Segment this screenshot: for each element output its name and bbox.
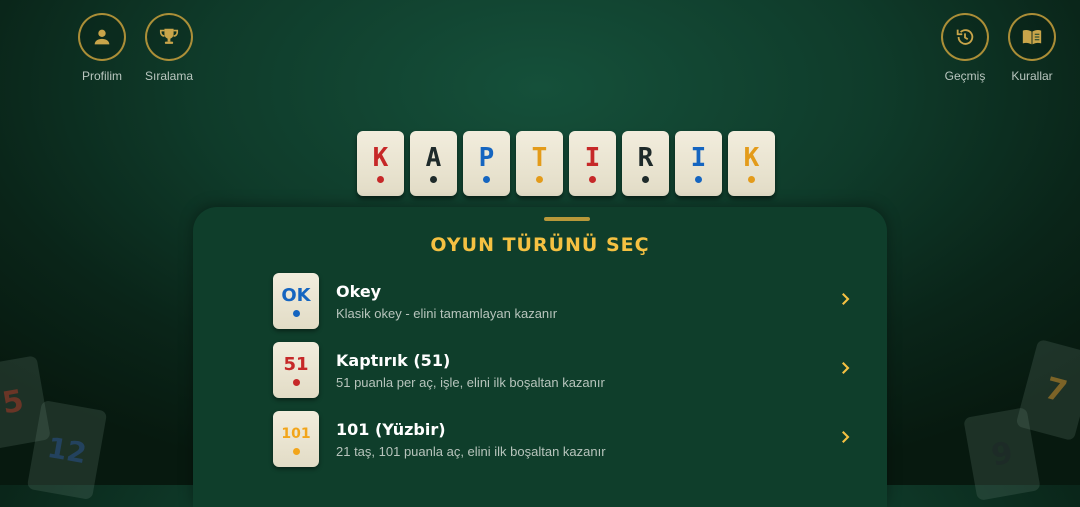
logo-dot xyxy=(589,176,596,183)
logo-tile: T xyxy=(516,131,563,196)
logo-tile: P xyxy=(463,131,510,196)
logo-letter: R xyxy=(637,143,654,173)
game-logo: KAPTIRIK xyxy=(357,131,775,196)
trophy-icon xyxy=(145,13,193,61)
history-button[interactable]: Geçmiş xyxy=(930,13,1000,83)
game-mode-panel: OYUN TÜRÜNÜ SEÇ OK Okey Klasik okey - el… xyxy=(193,207,887,507)
profile-button[interactable]: Profilim xyxy=(67,13,137,83)
logo-letter: A xyxy=(425,143,442,173)
mode-item-yuzbir[interactable]: 101 101 (Yüzbir) 21 taş, 101 puanla aç, … xyxy=(273,411,863,471)
panel-title: OYUN TÜRÜNÜ SEÇ xyxy=(430,234,650,256)
mode-subtitle: 51 puanla per aç, işle, elini ilk boşalt… xyxy=(336,375,605,390)
okey-tile-icon: OK xyxy=(273,273,319,329)
rules-label: Kurallar xyxy=(1011,69,1053,83)
leaderboard-label: Sıralama xyxy=(144,69,194,83)
logo-letter: T xyxy=(531,143,548,173)
logo-letter: P xyxy=(478,143,495,173)
chevron-right-icon xyxy=(842,431,850,443)
mode-subtitle: Klasik okey - elini tamamlayan kazanır xyxy=(336,306,558,321)
logo-dot xyxy=(748,176,755,183)
profile-label: Profilim xyxy=(81,69,122,83)
logo-dot xyxy=(430,176,437,183)
rules-button[interactable]: Kurallar xyxy=(997,13,1067,83)
mode-title: Kaptırık (51) xyxy=(336,351,451,370)
mode-item-kaptirik[interactable]: 51 Kaptırık (51) 51 puanla per aç, işle,… xyxy=(273,342,863,402)
logo-tile: K xyxy=(357,131,404,196)
leaderboard-button[interactable]: Sıralama xyxy=(134,13,204,83)
mode-item-okey[interactable]: OK Okey Klasik okey - elini tamamlayan k… xyxy=(273,273,863,333)
history-label: Geçmiş xyxy=(944,69,986,83)
history-icon xyxy=(941,13,989,61)
logo-letter: I xyxy=(690,143,707,173)
mode-title: Okey xyxy=(336,282,382,301)
logo-dot xyxy=(377,176,384,183)
chevron-right-icon xyxy=(842,293,850,305)
mode-subtitle: 21 taş, 101 puanla aç, elini ilk boşalta… xyxy=(336,444,606,459)
logo-tile: A xyxy=(410,131,457,196)
logo-dot xyxy=(695,176,702,183)
logo-dot xyxy=(642,176,649,183)
logo-tile: K xyxy=(728,131,775,196)
logo-tile: R xyxy=(622,131,669,196)
person-icon xyxy=(78,13,126,61)
logo-tile: I xyxy=(569,131,616,196)
logo-tile: I xyxy=(675,131,722,196)
kaptirik-tile-icon: 51 xyxy=(273,342,319,398)
decor-tile: 12 xyxy=(26,399,108,501)
logo-letter: I xyxy=(584,143,601,173)
mode-title: 101 (Yüzbir) xyxy=(336,420,446,439)
logo-dot xyxy=(483,176,490,183)
drag-handle[interactable] xyxy=(544,217,590,221)
logo-letter: K xyxy=(743,143,760,173)
book-icon xyxy=(1008,13,1056,61)
chevron-right-icon xyxy=(842,362,850,374)
logo-letter: K xyxy=(372,143,389,173)
yuzbir-tile-icon: 101 xyxy=(273,411,319,467)
logo-dot xyxy=(536,176,543,183)
